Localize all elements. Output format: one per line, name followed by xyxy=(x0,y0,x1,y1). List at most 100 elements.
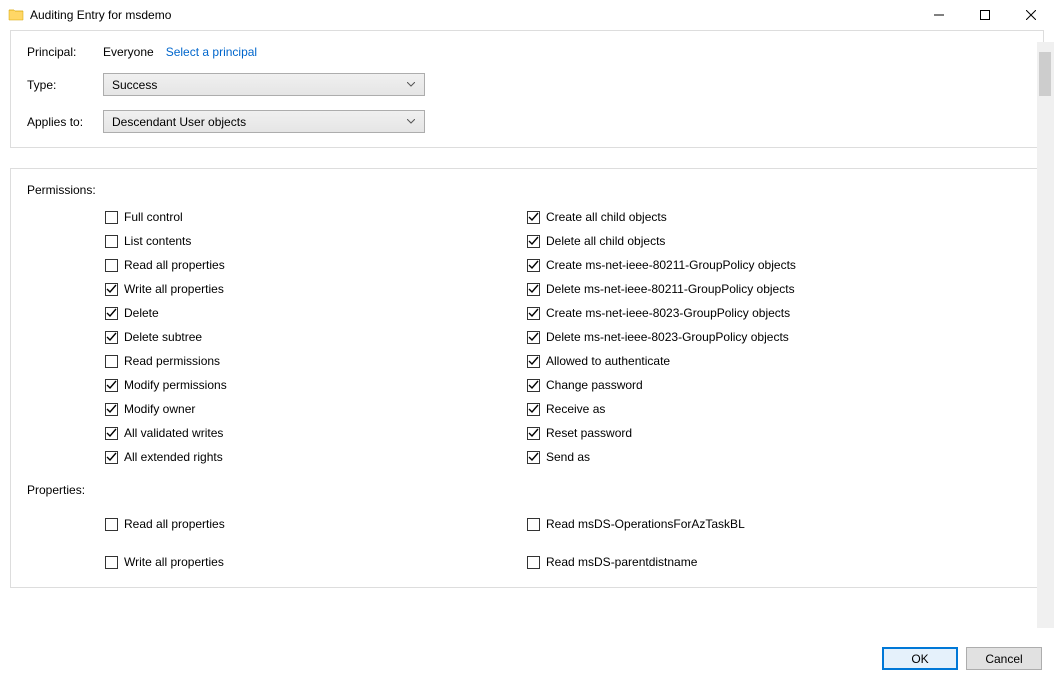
permission-checkbox[interactable] xyxy=(105,259,118,272)
permission-checkbox[interactable] xyxy=(527,403,540,416)
permission-row: Create all child objects xyxy=(527,205,1027,229)
permission-checkbox[interactable] xyxy=(105,427,118,440)
permission-checkbox[interactable] xyxy=(105,403,118,416)
permission-label: Delete ms-net-ieee-80211-GroupPolicy obj… xyxy=(546,282,795,296)
permission-checkbox[interactable] xyxy=(527,355,540,368)
permission-label: Receive as xyxy=(546,402,605,416)
permission-row: Create ms-net-ieee-80211-GroupPolicy obj… xyxy=(527,253,1027,277)
type-select[interactable]: Success xyxy=(103,73,425,96)
permission-row: List contents xyxy=(105,229,527,253)
permission-checkbox[interactable] xyxy=(105,379,118,392)
applies-to-select[interactable]: Descendant User objects xyxy=(103,110,425,133)
property-checkbox[interactable] xyxy=(105,556,118,569)
permissions-panel: Permissions: Full control List contents Re… xyxy=(10,168,1044,588)
permission-label: Send as xyxy=(546,450,590,464)
permission-row: Delete ms-net-ieee-8023-GroupPolicy obje… xyxy=(527,325,1027,349)
applies-to-select-value: Descendant User objects xyxy=(112,115,402,129)
permission-row: Read all properties xyxy=(105,253,527,277)
chevron-down-icon xyxy=(402,82,420,87)
chevron-down-icon xyxy=(402,119,420,124)
property-label: Read msDS-OperationsForAzTaskBL xyxy=(546,517,745,531)
cancel-button[interactable]: Cancel xyxy=(966,647,1042,670)
applies-to-label: Applies to: xyxy=(27,115,103,129)
principal-label: Principal: xyxy=(27,45,103,59)
permission-checkbox[interactable] xyxy=(527,283,540,296)
permission-checkbox[interactable] xyxy=(527,379,540,392)
permission-label: Delete xyxy=(124,306,159,320)
permissions-section-label: Permissions: xyxy=(27,183,1027,197)
property-checkbox[interactable] xyxy=(105,518,118,531)
property-row: Read msDS-OperationsForAzTaskBL xyxy=(527,505,1027,543)
minimize-button[interactable] xyxy=(916,0,962,30)
permission-row: Modify owner xyxy=(105,397,527,421)
permission-checkbox[interactable] xyxy=(105,235,118,248)
permission-checkbox[interactable] xyxy=(527,427,540,440)
permission-label: All extended rights xyxy=(124,450,223,464)
permission-label: Delete all child objects xyxy=(546,234,665,248)
permission-label: Modify permissions xyxy=(124,378,227,392)
permission-row: Create ms-net-ieee-8023-GroupPolicy obje… xyxy=(527,301,1027,325)
permission-checkbox[interactable] xyxy=(105,307,118,320)
property-row: Write all properties xyxy=(105,543,527,581)
type-select-value: Success xyxy=(112,78,402,92)
permission-row: Write all properties xyxy=(105,277,527,301)
permission-label: Full control xyxy=(124,210,183,224)
permission-row: Allowed to authenticate xyxy=(527,349,1027,373)
ok-button[interactable]: OK xyxy=(882,647,958,670)
ok-button-label: OK xyxy=(911,652,928,666)
header-panel: Principal: Everyone Select a principal T… xyxy=(10,30,1044,148)
permission-checkbox[interactable] xyxy=(105,331,118,344)
permission-row: Read permissions xyxy=(105,349,527,373)
type-label: Type: xyxy=(27,78,103,92)
permission-row: All validated writes xyxy=(105,421,527,445)
permission-label: Allowed to authenticate xyxy=(546,354,670,368)
permission-label: Modify owner xyxy=(124,402,195,416)
principal-value: Everyone xyxy=(103,45,154,59)
permission-row: Delete subtree xyxy=(105,325,527,349)
property-label: Read msDS-parentdistname xyxy=(546,555,697,569)
permission-checkbox[interactable] xyxy=(527,235,540,248)
permission-label: Create ms-net-ieee-8023-GroupPolicy obje… xyxy=(546,306,790,320)
property-label: Write all properties xyxy=(124,555,224,569)
close-button[interactable] xyxy=(1008,0,1054,30)
scrollbar-thumb[interactable] xyxy=(1039,52,1051,96)
select-principal-link[interactable]: Select a principal xyxy=(166,45,257,59)
permission-label: Change password xyxy=(546,378,643,392)
permission-checkbox[interactable] xyxy=(527,451,540,464)
permission-row: Full control xyxy=(105,205,527,229)
permission-row: Reset password xyxy=(527,421,1027,445)
permission-row: Delete ms-net-ieee-80211-GroupPolicy obj… xyxy=(527,277,1027,301)
permission-label: Create ms-net-ieee-80211-GroupPolicy obj… xyxy=(546,258,796,272)
permission-row: Delete xyxy=(105,301,527,325)
permission-label: Delete subtree xyxy=(124,330,202,344)
scrollbar[interactable] xyxy=(1037,42,1054,628)
folder-icon xyxy=(8,7,24,23)
permission-row: Send as xyxy=(527,445,1027,469)
properties-section-label: Properties: xyxy=(27,483,1027,497)
window-title: Auditing Entry for msdemo xyxy=(30,8,171,22)
permission-row: Modify permissions xyxy=(105,373,527,397)
property-row: Read all properties xyxy=(105,505,527,543)
property-checkbox[interactable] xyxy=(527,556,540,569)
permission-label: Reset password xyxy=(546,426,632,440)
window-controls xyxy=(916,0,1054,30)
permission-checkbox[interactable] xyxy=(527,307,540,320)
permission-checkbox[interactable] xyxy=(527,211,540,224)
permission-row: All extended rights xyxy=(105,445,527,469)
permission-checkbox[interactable] xyxy=(105,211,118,224)
permission-checkbox[interactable] xyxy=(105,283,118,296)
permission-checkbox[interactable] xyxy=(105,451,118,464)
permission-row: Receive as xyxy=(527,397,1027,421)
permission-row: Delete all child objects xyxy=(527,229,1027,253)
property-checkbox[interactable] xyxy=(527,518,540,531)
cancel-button-label: Cancel xyxy=(985,652,1022,666)
permission-checkbox[interactable] xyxy=(105,355,118,368)
footer-buttons: OK Cancel xyxy=(882,647,1042,670)
permission-checkbox[interactable] xyxy=(527,331,540,344)
maximize-button[interactable] xyxy=(962,0,1008,30)
permission-checkbox[interactable] xyxy=(527,259,540,272)
permission-label: Delete ms-net-ieee-8023-GroupPolicy obje… xyxy=(546,330,789,344)
permission-label: Create all child objects xyxy=(546,210,667,224)
permission-label: Read permissions xyxy=(124,354,220,368)
permission-label: List contents xyxy=(124,234,191,248)
